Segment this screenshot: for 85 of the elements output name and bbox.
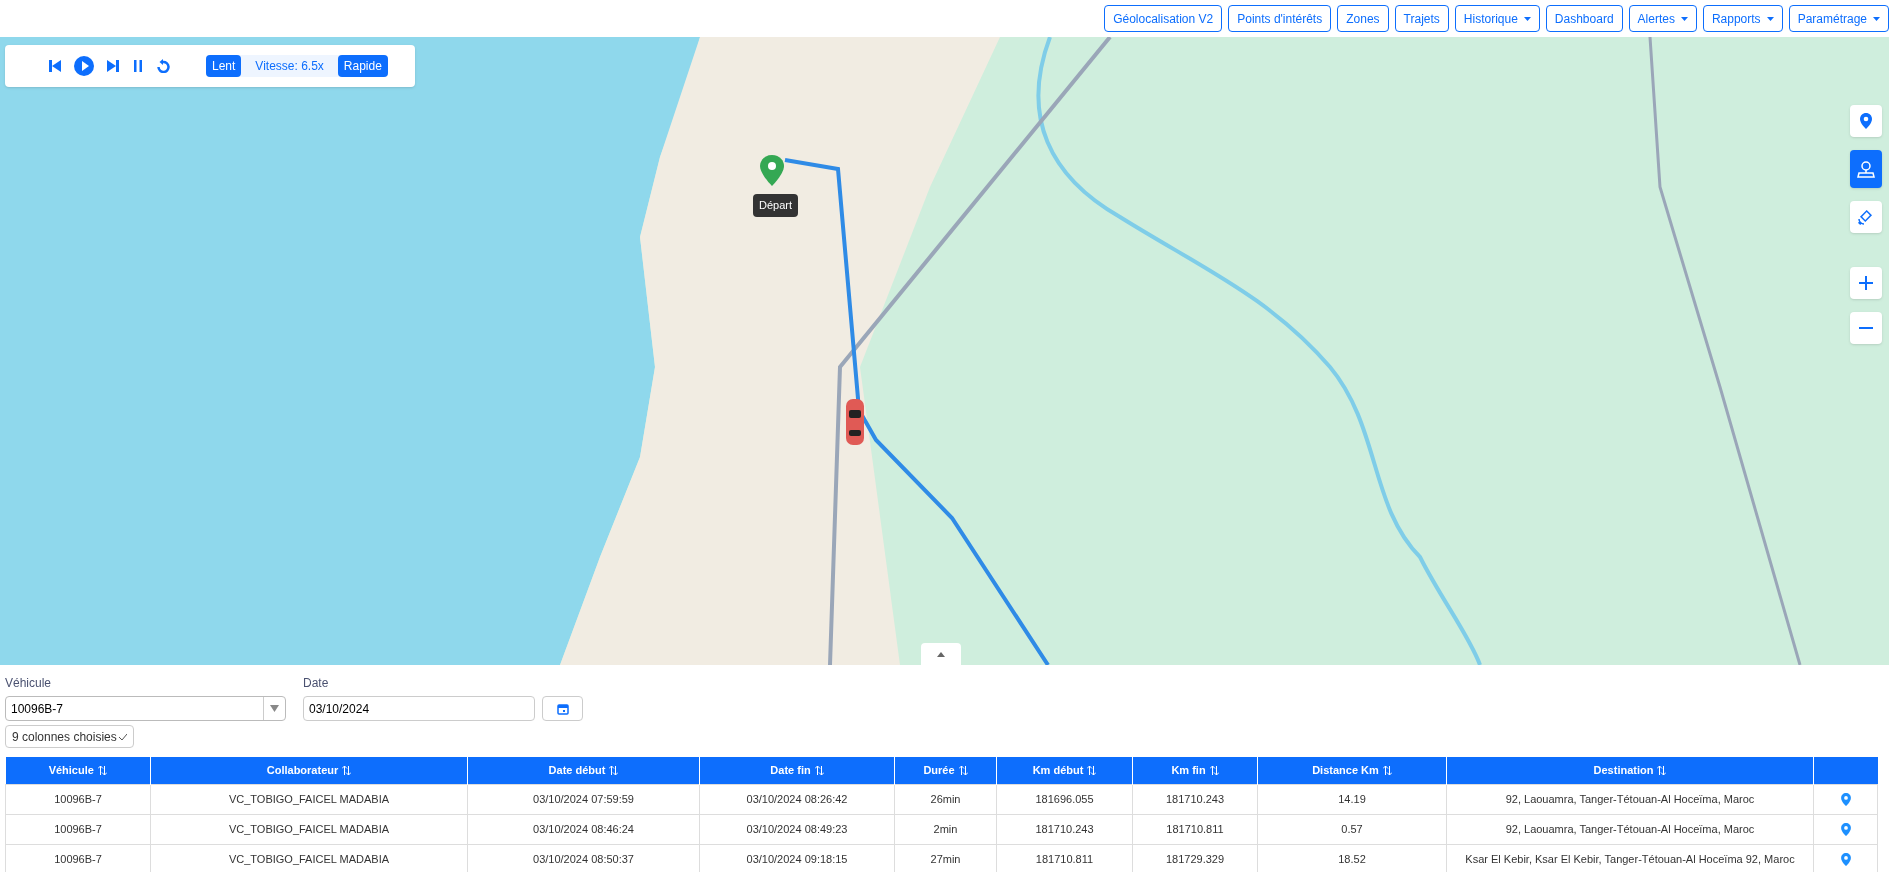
nav-button[interactable]: Trajets (1394, 5, 1449, 32)
column-header[interactable]: Date début (467, 757, 700, 784)
pin-icon (1860, 113, 1872, 129)
column-header[interactable]: Km début (996, 757, 1133, 784)
zoom-in-button[interactable] (1850, 267, 1882, 299)
reset-icon[interactable] (156, 59, 170, 73)
table-cell: 0.57 (1257, 814, 1447, 844)
table-cell: 181710.243 (1132, 784, 1258, 814)
map-pin-icon (1857, 160, 1875, 178)
table-cell: VC_TOBIGO_FAICEL MADABIA (150, 784, 468, 814)
table-cell: 14.19 (1257, 784, 1447, 814)
date-label: Date (303, 675, 330, 692)
checkmark-icon (118, 733, 127, 740)
skip-back-icon[interactable] (48, 59, 62, 73)
column-header[interactable]: Destination (1446, 757, 1814, 784)
nav-button[interactable]: Zones (1337, 5, 1389, 32)
table-cell: 2min (894, 814, 997, 844)
sort-icon (1209, 765, 1219, 775)
table-cell: 10096B-7 (5, 784, 151, 814)
column-header[interactable]: Km fin (1132, 757, 1258, 784)
nav-button[interactable]: Rapports (1702, 5, 1783, 32)
table-cell: 03/10/2024 08:49:23 (699, 814, 895, 844)
table-cell: VC_TOBIGO_FAICEL MADABIA (150, 814, 468, 844)
nav-button[interactable]: Dashboard (1545, 5, 1623, 32)
table-cell: 26min (894, 784, 997, 814)
map-view[interactable]: Départ Lent Vitesse: 6.5x Rapide (0, 37, 1889, 665)
table-cell: 03/10/2024 08:46:24 (467, 814, 700, 844)
expand-panel-button[interactable] (921, 643, 961, 665)
plus-icon (1859, 276, 1873, 290)
pause-icon[interactable] (132, 59, 144, 73)
calendar-button[interactable] (542, 696, 583, 721)
nav-button[interactable]: Points d'intérêts (1228, 5, 1332, 32)
satellite-icon (1857, 208, 1875, 226)
table-cell: 181710.811 (1132, 814, 1258, 844)
column-header[interactable]: Collaborateur (150, 757, 468, 784)
table-cell: 10096B-7 (5, 844, 151, 872)
table-cell: 92, Laouamra, Tanger-Tétouan-Al Hoceïma, Maroc (1446, 814, 1814, 844)
caret-down-icon (1873, 16, 1880, 21)
caret-down-icon (1523, 16, 1531, 21)
zoom-out-button[interactable] (1850, 312, 1882, 344)
sort-icon (814, 765, 824, 775)
column-header[interactable]: Distance Km (1257, 757, 1447, 784)
nav-button[interactable]: Géolocalisation V2 (1104, 5, 1223, 32)
location-pin-icon[interactable] (1840, 853, 1851, 867)
columns-select[interactable]: 9 colonnes choisies (5, 725, 134, 748)
sort-icon (1382, 765, 1392, 775)
slow-button[interactable]: Lent (206, 55, 242, 77)
start-marker-icon[interactable] (760, 155, 784, 186)
car-marker-icon[interactable] (846, 399, 864, 445)
caret-down-icon (1680, 16, 1688, 21)
caret-up-icon (937, 651, 945, 657)
sort-icon (342, 765, 352, 775)
table-cell: 10096B-7 (5, 814, 151, 844)
vehicle-label: Véhicule (5, 675, 53, 692)
date-field[interactable]: 03/10/2024 (303, 696, 535, 721)
dropdown-arrow-icon (270, 705, 279, 712)
nav-button[interactable]: Paramétrage (1788, 5, 1889, 32)
column-header[interactable]: Véhicule (5, 757, 151, 784)
sort-icon (97, 765, 107, 775)
table-cell: 92, Laouamra, Tanger-Tétouan-Al Hoceïma, Maroc (1446, 784, 1814, 814)
column-header[interactable]: Durée (894, 757, 997, 784)
sort-icon (958, 765, 968, 775)
table-cell: 181710.243 (996, 814, 1133, 844)
table-cell: 03/10/2024 07:59:59 (467, 784, 700, 814)
location-pin-icon[interactable] (1840, 793, 1851, 807)
map-layer-button[interactable] (1850, 150, 1882, 188)
nav-button[interactable]: Alertes (1628, 5, 1697, 32)
caret-down-icon (1766, 16, 1774, 21)
sort-icon (1657, 765, 1667, 775)
fast-button[interactable]: Rapide (337, 55, 388, 77)
sort-icon (609, 765, 619, 775)
start-label: Départ (753, 194, 799, 217)
map-layer-button[interactable] (1850, 201, 1882, 233)
skip-forward-icon[interactable] (106, 59, 120, 73)
calendar-icon (556, 702, 569, 715)
play-icon[interactable] (74, 56, 94, 76)
location-pin-icon[interactable] (1840, 823, 1851, 837)
column-header[interactable]: Date fin (699, 757, 895, 784)
table-cell: 03/10/2024 08:26:42 (699, 784, 895, 814)
speed-label: Vitesse: 6.5x (254, 58, 325, 75)
vehicle-select[interactable]: 10096B-7 (5, 696, 286, 721)
table-cell: 181696.055 (996, 784, 1133, 814)
sort-icon (1087, 765, 1097, 775)
map-layer-button[interactable] (1850, 105, 1882, 137)
nav-button[interactable]: Historique (1454, 5, 1540, 32)
